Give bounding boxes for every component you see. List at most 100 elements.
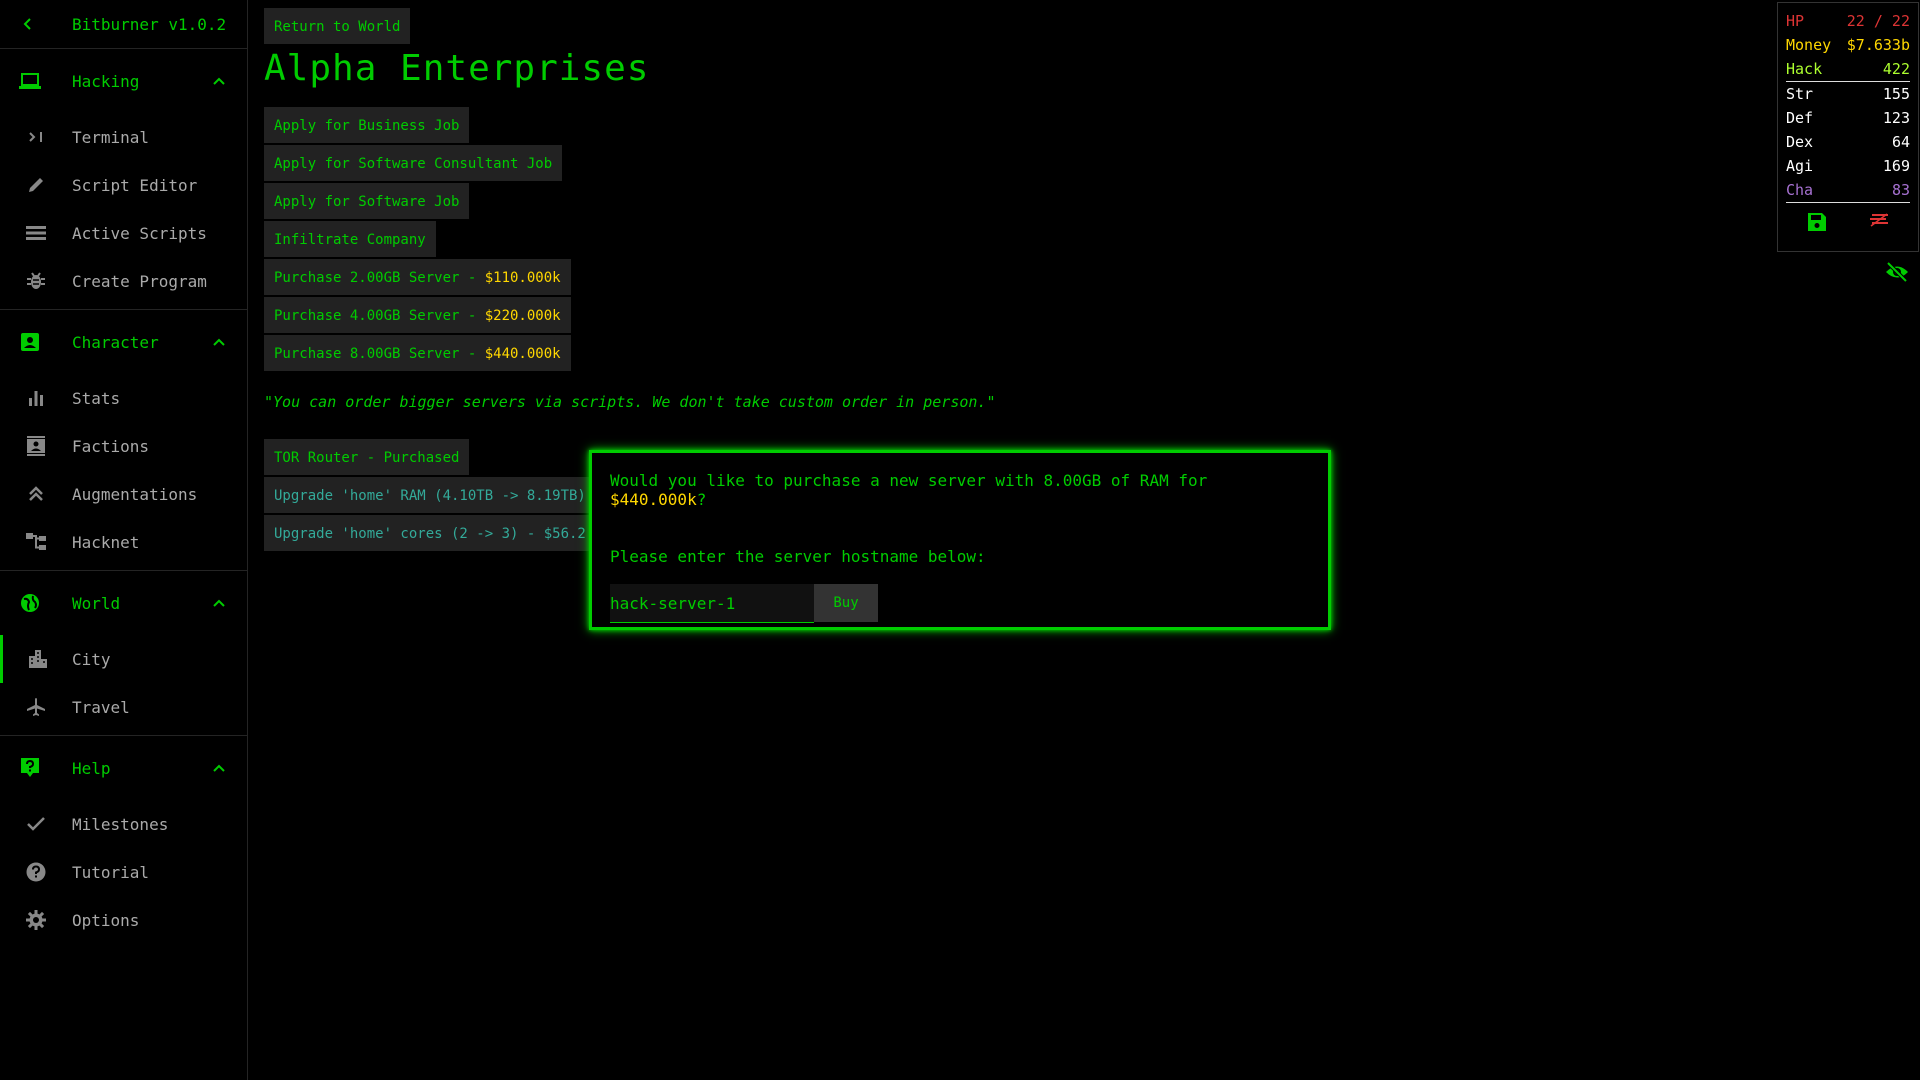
sidebar-section-label: Character — [72, 332, 159, 352]
money-label: Money — [1786, 36, 1832, 54]
modal-question: Would you like to purchase a new server … — [610, 471, 1310, 509]
hostname-input[interactable] — [610, 584, 814, 623]
purchase-8gb-server-button[interactable]: Purchase 8.00GB Server - $440.000k — [264, 335, 571, 371]
sidebar-section-label: World — [72, 593, 121, 613]
buy-button[interactable]: Buy — [814, 584, 878, 622]
sidebar-header-help[interactable]: Help — [0, 736, 247, 800]
sidebar-item-hacknet[interactable]: Hacknet — [0, 518, 247, 566]
contacts-icon — [27, 436, 45, 456]
sidebar-item-city[interactable]: City — [0, 635, 247, 683]
sidebar-item-factions[interactable]: Factions — [0, 422, 247, 470]
globe-icon — [21, 594, 39, 612]
sidebar-item-label: Stats — [72, 388, 121, 408]
server-price: $110.000k — [484, 270, 561, 286]
def-value: 123 — [1882, 109, 1910, 127]
kill-scripts-icon[interactable] — [1869, 213, 1889, 227]
sidebar-item-milestones[interactable]: Milestones — [0, 800, 247, 848]
sidebar-item-label: Create Program — [72, 271, 207, 291]
sidebar-header: Bitburner v1.0.2 — [0, 0, 247, 49]
purchase-2gb-server-button[interactable]: Purchase 2.00GB Server - $110.000k — [264, 259, 571, 295]
sidebar-item-label: Milestones — [72, 814, 169, 834]
dex-row: Dex 64 — [1786, 130, 1910, 154]
infiltrate-company-button[interactable]: Infiltrate Company — [264, 221, 436, 257]
gear-icon — [26, 910, 46, 930]
sidebar-header-character[interactable]: Character — [0, 310, 247, 374]
list-icon — [26, 226, 46, 240]
dex-value: 64 — [1891, 133, 1910, 151]
bar-chart-icon — [29, 391, 43, 406]
server-price: $440.000k — [484, 346, 561, 362]
upgrade-home-ram-button[interactable]: Upgrade 'home' RAM (4.10TB -> 8.19TB) — [264, 477, 596, 513]
sidebar-item-label: Tutorial — [72, 862, 150, 882]
sidebar-item-label: Factions — [72, 436, 150, 456]
sidebar-item-options[interactable]: Options — [0, 896, 247, 944]
hack-label: Hack — [1786, 60, 1823, 78]
chevron-up-icon — [213, 77, 225, 85]
server-price: $220.000k — [484, 308, 561, 324]
terminal-icon — [29, 132, 42, 142]
def-label: Def — [1786, 109, 1814, 127]
sidebar-section-label: Help — [72, 758, 111, 778]
hack-row: Hack 422 — [1786, 57, 1910, 82]
hp-label: HP — [1786, 12, 1805, 30]
server-label: Purchase 4.00GB Server - — [274, 308, 485, 324]
sidebar-item-script-editor[interactable]: Script Editor — [0, 161, 247, 209]
str-value: 155 — [1882, 85, 1910, 103]
chevron-up-icon — [213, 599, 225, 607]
sidebar-item-stats[interactable]: Stats — [0, 374, 247, 422]
sidebar-item-tutorial[interactable]: Tutorial — [0, 848, 247, 896]
sidebar-item-label: Active Scripts — [72, 223, 207, 243]
server-label: Purchase 8.00GB Server - — [274, 346, 485, 362]
tree-icon — [26, 533, 46, 550]
agi-label: Agi — [1786, 157, 1814, 175]
sidebar: Bitburner v1.0.2 Hacking Terminal Script… — [0, 0, 248, 1080]
sidebar-item-augmentations[interactable]: Augmentations — [0, 470, 247, 518]
sidebar-header-world[interactable]: World — [0, 571, 247, 635]
money-row: Money $7.633b — [1786, 33, 1910, 57]
hide-overview-button[interactable] — [1885, 261, 1909, 286]
sidebar-item-label: Travel — [72, 697, 130, 717]
sidebar-header-hacking[interactable]: Hacking — [0, 49, 247, 113]
app-title: Bitburner v1.0.2 — [72, 14, 227, 34]
str-label: Str — [1786, 85, 1814, 103]
airplane-icon — [27, 698, 45, 716]
laptop-icon — [19, 73, 41, 89]
character-overview: HP 22 / 22 Money $7.633b Hack 422 Str 155 De… — [1777, 2, 1919, 252]
upgrade-home-cores-button[interactable]: Upgrade 'home' cores (2 -> 3) - $56.2 — [264, 515, 596, 551]
money-value: $7.633b — [1846, 36, 1910, 54]
cha-row: Cha 83 — [1786, 178, 1910, 203]
modal-prompt: Please enter the server hostname below: — [610, 547, 986, 566]
sidebar-section-world: World City Travel — [0, 571, 247, 736]
chevron-up-icon — [213, 764, 225, 772]
apply-business-job-button[interactable]: Apply for Business Job — [264, 107, 470, 143]
sidebar-item-label: Terminal — [72, 127, 150, 147]
cha-label: Cha — [1786, 181, 1814, 199]
tor-router-button[interactable]: TOR Router - Purchased — [264, 439, 470, 475]
sidebar-item-create-program[interactable]: Create Program — [0, 257, 247, 305]
overview-actions — [1786, 213, 1910, 231]
chevron-left-icon — [23, 18, 31, 30]
double-chevron-up-icon — [29, 486, 43, 501]
page-title: Alpha Enterprises — [264, 48, 650, 89]
sidebar-item-active-scripts[interactable]: Active Scripts — [0, 209, 247, 257]
eye-off-icon — [1886, 261, 1908, 283]
return-to-world-button[interactable]: Return to World — [264, 8, 411, 44]
bug-icon — [27, 272, 45, 289]
save-icon[interactable] — [1807, 213, 1826, 231]
sidebar-section-help: Help Milestones Tutorial Options — [0, 736, 247, 948]
agi-value: 169 — [1882, 157, 1910, 175]
account-box-icon — [21, 333, 39, 351]
sidebar-item-terminal[interactable]: Terminal — [0, 113, 247, 161]
help-icon — [26, 862, 46, 882]
apply-software-consultant-job-button[interactable]: Apply for Software Consultant Job — [264, 145, 563, 181]
apply-software-job-button[interactable]: Apply for Software Job — [264, 183, 470, 219]
modal-question-text: Would you like to purchase a new server … — [610, 471, 1208, 490]
sidebar-item-travel[interactable]: Travel — [0, 683, 247, 731]
company-quote: "You can order bigger servers via script… — [264, 393, 996, 411]
cha-value: 83 — [1891, 181, 1910, 199]
pencil-icon — [29, 178, 43, 192]
collapse-sidebar-button[interactable] — [0, 12, 56, 36]
purchase-4gb-server-button[interactable]: Purchase 4.00GB Server - $220.000k — [264, 297, 571, 333]
sidebar-item-label: Script Editor — [72, 175, 198, 195]
sidebar-section-hacking: Hacking Terminal Script Editor Active Sc… — [0, 49, 247, 310]
